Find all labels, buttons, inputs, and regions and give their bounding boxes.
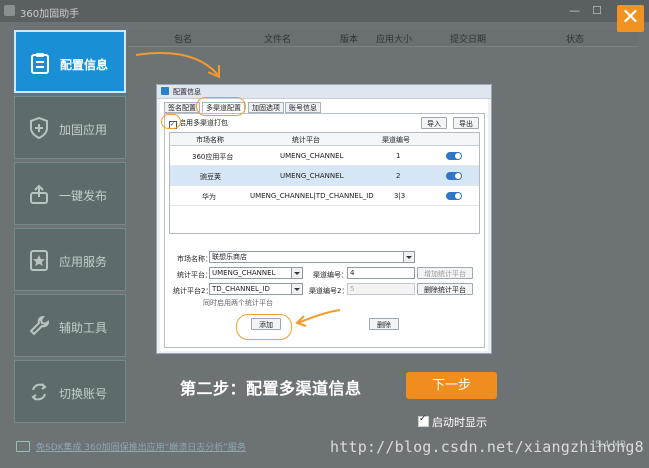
market-value: 联想乐商店 [212, 253, 247, 261]
checkbox-label: 启用多渠道打包 [179, 119, 228, 127]
step-caption: 第二步：配置多渠道信息 [180, 379, 362, 398]
market-label: 市场名称： [177, 255, 212, 263]
market-cell: 豌豆荚 [200, 173, 221, 181]
sidebar-item-label: 加固应用 [59, 123, 108, 137]
sidebar-item-switch-account[interactable]: 切换账号 [14, 360, 126, 423]
wrench-icon [29, 315, 49, 336]
platform-cell: UMENG_CHANNEL [280, 172, 344, 180]
column-header: 市场名称 [196, 136, 224, 144]
platform-label: 统计平台： [177, 271, 212, 279]
channel-table: 市场名称 统计平台 渠道编号 360应用平台 UMENG_CHANNEL 1 豌… [169, 132, 480, 234]
app-table-header: 包名 文件名 版本 应用大小 提交日期 状态 [128, 30, 638, 47]
channel2-input[interactable]: 5 [347, 283, 415, 295]
highlight-checkbox [161, 114, 181, 129]
channel2-label: 渠道编号2： [309, 287, 349, 295]
watermark: http://blog.csdn.net/xiangzhihong8 [330, 438, 644, 456]
channel-table-header: 市场名称 统计平台 渠道编号 [170, 133, 479, 146]
channel-label: 渠道编号： [313, 271, 348, 279]
market-combo[interactable]: 联想乐商店 [209, 251, 415, 263]
column-header: 提交日期 [450, 35, 487, 45]
next-button[interactable]: 下一步 [406, 372, 497, 399]
promo-link[interactable]: 免SDK集成 360加固保推出应用“崩溃日志分析”服务 [36, 440, 246, 453]
hint-text: 同时启用两个统计平台 [203, 299, 273, 307]
delete-button[interactable]: 删除 [369, 318, 399, 330]
column-header: 状态 [566, 35, 585, 45]
export-button[interactable]: 导出 [453, 117, 479, 129]
table-row[interactable]: 豌豆荚 UMENG_CHANNEL 2 [170, 166, 479, 186]
column-header: 统计平台 [292, 136, 320, 144]
sidebar-item-label: 辅助工具 [59, 321, 108, 335]
app-logo-icon [4, 5, 15, 16]
toggle-switch[interactable] [446, 172, 462, 180]
import-button[interactable]: 导入 [421, 117, 447, 129]
platform-value: UMENG_CHANNEL [212, 269, 276, 277]
platform-combo[interactable]: UMENG_CHANNEL [209, 267, 303, 279]
add-platform-button[interactable]: 增加统计平台 [417, 267, 473, 279]
clipboard-icon [31, 53, 49, 74]
tab-harden-options[interactable]: 加固选项 [248, 102, 284, 113]
channel-input[interactable]: 4 [347, 267, 415, 279]
column-header: 版本 [340, 35, 359, 45]
close-button[interactable]: ✕ [617, 5, 644, 32]
sidebar-item-config[interactable]: 配置信息 [14, 30, 126, 93]
sidebar-item-label: 配置信息 [60, 58, 109, 72]
table-row[interactable]: 华为 UMENG_CHANNEL|TD_CHANNEL_ID 3|3 [170, 186, 479, 206]
sidebar-item-label: 切换账号 [59, 387, 108, 401]
tab-account[interactable]: 账号信息 [285, 102, 321, 113]
market-cell: 华为 [202, 193, 216, 201]
sidebar-item-label: 应用服务 [59, 255, 108, 269]
sidebar-item-harden[interactable]: 加固应用 [14, 96, 126, 159]
dialog-title: 配置信息 [173, 88, 201, 96]
chevron-down-icon[interactable] [403, 252, 414, 262]
show-on-startup-checkbox[interactable]: 启动时显示 [418, 414, 487, 430]
market-cell: 360应用平台 [192, 153, 234, 161]
highlight-tab [196, 97, 246, 116]
platform2-combo[interactable]: TD_CHANNEL_ID [209, 283, 303, 295]
title-bar: 360加固助手 — ☐ [0, 0, 649, 22]
column-header: 包名 [174, 35, 193, 45]
column-header: 文件名 [264, 35, 292, 45]
sidebar: 配置信息 加固应用 一键发布 应用服务 辅助工具 切换账号 [14, 30, 126, 425]
chevron-down-icon[interactable] [291, 268, 302, 278]
switch-icon [31, 383, 47, 401]
channel-cell: 2 [396, 172, 401, 180]
checkbox-label: 启动时显示 [432, 416, 487, 429]
star-doc-icon [30, 250, 48, 271]
annotation-arrow-top [135, 52, 220, 79]
column-header: 应用大小 [376, 35, 413, 45]
toggle-switch[interactable] [446, 152, 462, 160]
channel-cell: 1 [396, 152, 401, 160]
tv-icon [16, 441, 30, 452]
column-header: 渠道编号 [382, 136, 410, 144]
platform-cell: UMENG_CHANNEL [280, 152, 344, 160]
platform-cell: UMENG_CHANNEL|TD_CHANNEL_ID [250, 192, 374, 200]
sidebar-item-tools[interactable]: 辅助工具 [14, 294, 126, 357]
dialog-icon [161, 87, 169, 95]
minimize-icon[interactable]: — [569, 4, 580, 17]
checkbox-box [418, 414, 429, 427]
platform2-label: 统计平台2： [173, 287, 213, 295]
highlight-add [236, 314, 292, 340]
channel-cell: 3|3 [394, 192, 406, 200]
upload-icon [30, 184, 48, 204]
tab-signing[interactable]: 签名配置 [164, 102, 200, 113]
table-row[interactable]: 360应用平台 UMENG_CHANNEL 1 [170, 146, 479, 166]
toggle-switch[interactable] [446, 192, 462, 200]
platform2-value: TD_CHANNEL_ID [212, 285, 270, 293]
sidebar-item-publish[interactable]: 一键发布 [14, 162, 126, 225]
window-title: 360加固助手 [20, 9, 80, 20]
maximize-icon[interactable]: ☐ [592, 4, 602, 17]
sidebar-item-label: 一键发布 [59, 189, 108, 203]
shield-plus-icon [30, 117, 48, 139]
chevron-down-icon[interactable] [291, 284, 302, 294]
remove-platform-button[interactable]: 删除统计平台 [417, 283, 473, 295]
sidebar-item-services[interactable]: 应用服务 [14, 228, 126, 291]
annotation-arrow-add [295, 309, 341, 327]
